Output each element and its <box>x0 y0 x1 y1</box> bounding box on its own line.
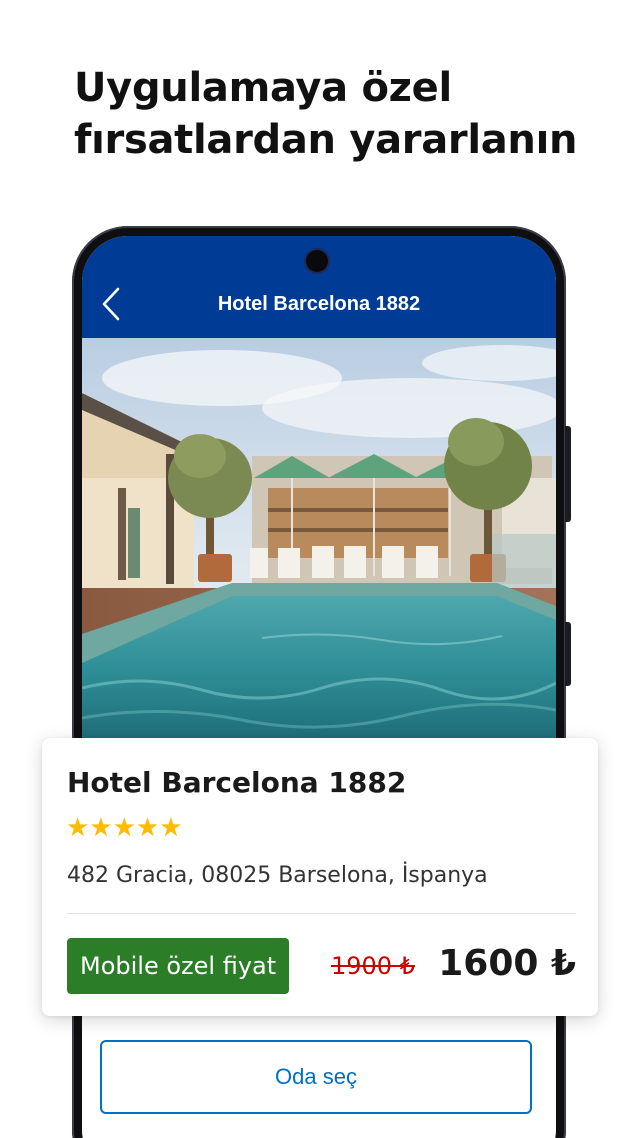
front-camera <box>306 250 328 272</box>
discounted-price: 1600 ₺ <box>438 943 576 984</box>
headline-line-2: fırsatlardan yararlanın <box>74 117 578 163</box>
hotel-name: Hotel Barcelona 1882 <box>67 766 407 799</box>
phone-volume-button <box>565 426 571 522</box>
hotel-address: 482 Gracia, 08025 Barselona, İspanya <box>67 863 488 888</box>
choose-room-button[interactable]: Oda seç <box>100 1040 532 1114</box>
mobile-deal-badge: Mobile özel fiyat <box>67 938 290 994</box>
star-rating-icon: ★★★★★ <box>66 812 183 842</box>
app-header: Hotel Barcelona 1882 <box>82 236 556 338</box>
phone-power-button <box>565 622 571 686</box>
card-divider <box>67 913 576 914</box>
app-header-title: Hotel Barcelona 1882 <box>217 293 421 315</box>
back-button[interactable] <box>98 284 128 324</box>
promo-screen: Uygulamaya özel fırsatlardan yararlanın … <box>0 0 640 1138</box>
chevron-left-icon <box>102 287 120 321</box>
hotel-photo[interactable] <box>82 338 556 738</box>
hotel-offer-card[interactable]: Hotel Barcelona 1882 ★★★★★ 482 Gracia, 0… <box>42 738 598 1016</box>
headline-line-1: Uygulamaya özel <box>74 65 452 111</box>
promo-headline: Uygulamaya özel fırsatlardan yararlanın <box>74 62 614 166</box>
original-price: 1900 ₺ <box>331 952 415 980</box>
